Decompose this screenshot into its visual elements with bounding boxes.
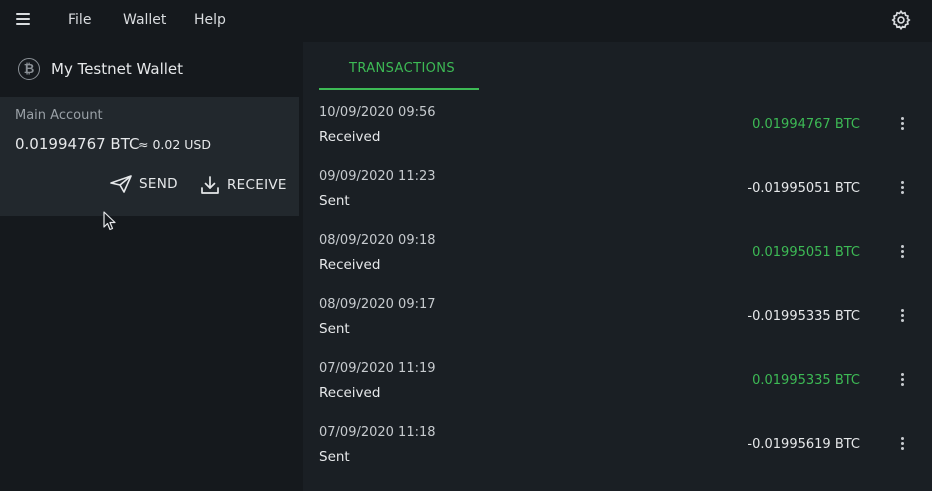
transaction-amount: -0.01995619 BTC (747, 437, 860, 452)
receive-button[interactable]: RECEIVE (200, 175, 287, 195)
transactions-panel: TRANSACTIONS 10/09/2020 09:56 Received 0… (303, 42, 932, 491)
account-fiat-value: ≈ 0.02 USD (138, 137, 211, 152)
settings-icon[interactable] (890, 9, 912, 31)
tab-transactions[interactable]: TRANSACTIONS (319, 42, 479, 90)
transaction-row[interactable]: 07/09/2020 11:19 Received 0.01995335 BTC (303, 361, 932, 425)
transaction-row[interactable]: 10/09/2020 09:56 Received 0.01994767 BTC (303, 105, 932, 169)
more-vertical-icon[interactable] (898, 371, 906, 391)
wallet-name: My Testnet Wallet (51, 60, 184, 78)
transaction-type: Received (319, 129, 381, 145)
transaction-type: Received (319, 385, 381, 401)
receive-label: RECEIVE (227, 177, 287, 193)
transaction-amount: -0.01995335 BTC (747, 309, 860, 324)
transaction-row[interactable]: 09/09/2020 11:23 Sent -0.01995051 BTC (303, 169, 932, 233)
transaction-row[interactable]: 08/09/2020 09:17 Sent -0.01995335 BTC (303, 297, 932, 361)
account-balance: 0.01994767 BTC (15, 135, 140, 153)
transaction-date: 07/09/2020 11:18 (319, 425, 436, 440)
menu-file[interactable]: File (68, 12, 91, 28)
menu-help[interactable]: Help (194, 12, 226, 28)
transaction-type: Sent (319, 449, 350, 465)
menu-icon[interactable] (16, 13, 30, 27)
receive-icon (201, 176, 219, 194)
more-vertical-icon[interactable] (898, 435, 906, 455)
bitcoin-icon: ₿ (18, 58, 40, 80)
account-title: Main Account (15, 108, 103, 123)
menu-bar: File Wallet Help (0, 0, 932, 42)
sidebar: ₿ My Testnet Wallet Main Account 0.01994… (0, 42, 299, 491)
transaction-row[interactable]: 07/09/2020 11:18 Sent -0.01995619 BTC (303, 425, 932, 489)
transaction-row[interactable]: 08/09/2020 09:18 Received 0.01995051 BTC (303, 233, 932, 297)
transaction-date: 09/09/2020 11:23 (319, 169, 436, 184)
wallet-header[interactable]: ₿ My Testnet Wallet (18, 56, 183, 82)
transaction-date: 07/09/2020 11:19 (319, 361, 436, 376)
more-vertical-icon[interactable] (898, 179, 906, 199)
transaction-type: Sent (319, 321, 350, 337)
transaction-date: 10/09/2020 09:56 (319, 105, 436, 120)
menu-wallet[interactable]: Wallet (123, 12, 166, 28)
more-vertical-icon[interactable] (898, 307, 906, 327)
transaction-type: Received (319, 257, 381, 273)
transaction-amount: 0.01995051 BTC (752, 245, 860, 260)
send-button[interactable]: SEND (110, 175, 178, 193)
tab-transactions-label: TRANSACTIONS (349, 61, 456, 76)
transaction-type: Sent (319, 193, 350, 209)
mouse-pointer-icon (103, 211, 116, 231)
transaction-date: 08/09/2020 09:17 (319, 297, 436, 312)
account-card[interactable]: Main Account 0.01994767 BTC ≈ 0.02 USD S… (0, 97, 299, 216)
transaction-amount: -0.01995051 BTC (747, 181, 860, 196)
send-icon (110, 175, 132, 193)
transaction-amount: 0.01995335 BTC (752, 373, 860, 388)
transaction-date: 08/09/2020 09:18 (319, 233, 436, 248)
more-vertical-icon[interactable] (898, 243, 906, 263)
more-vertical-icon[interactable] (898, 115, 906, 135)
send-label: SEND (139, 176, 178, 192)
transaction-amount: 0.01994767 BTC (752, 117, 860, 132)
